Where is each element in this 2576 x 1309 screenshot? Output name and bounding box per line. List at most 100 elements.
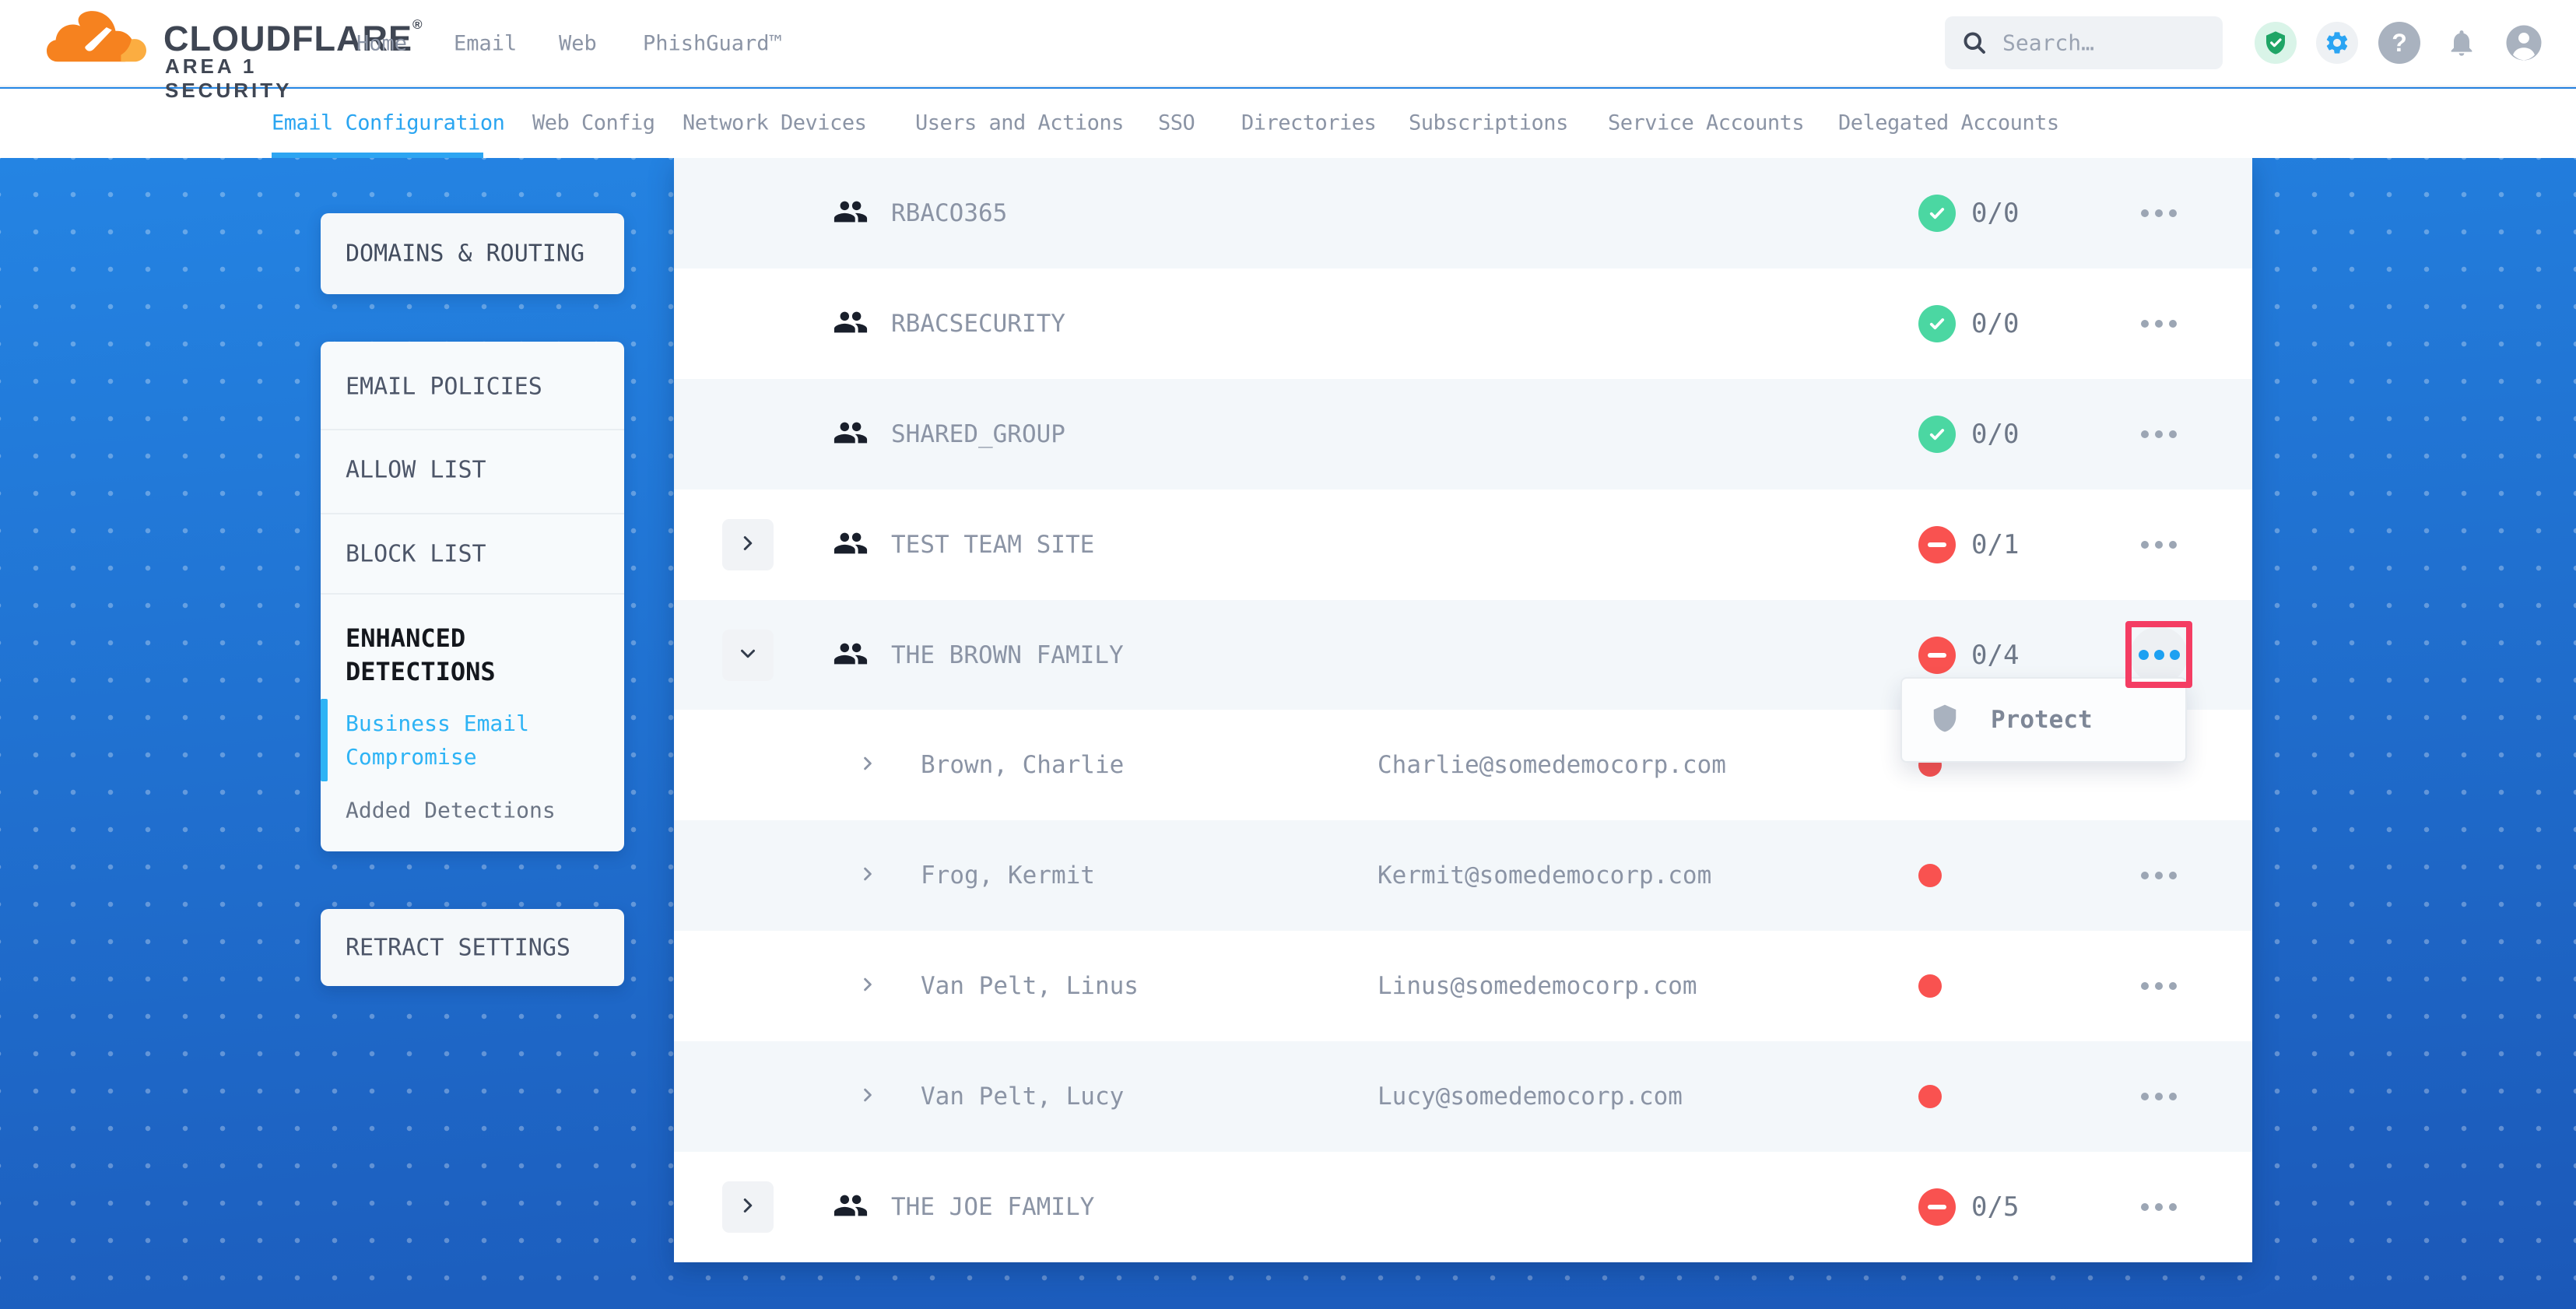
group-icon bbox=[833, 1188, 869, 1227]
group-name: RBACSECURITY bbox=[891, 310, 1065, 338]
tab-service-accounts[interactable]: Service Accounts bbox=[1608, 111, 1804, 135]
row-menu-button[interactable] bbox=[2127, 521, 2191, 568]
member-email: Linus@somedemocorp.com bbox=[1377, 972, 1697, 1000]
user-avatar-button[interactable] bbox=[2503, 22, 2545, 64]
status-badge-ok bbox=[1918, 195, 1956, 232]
divider bbox=[321, 429, 624, 430]
group-icon bbox=[833, 194, 869, 233]
tab-users-and-actions[interactable]: Users and Actions bbox=[915, 111, 1124, 135]
row-menu-button[interactable] bbox=[2127, 1184, 2191, 1230]
tab-subscriptions[interactable]: Subscriptions bbox=[1409, 111, 1568, 135]
member-name: Brown, Charlie bbox=[921, 751, 1124, 779]
row-menu-button-active[interactable] bbox=[2130, 626, 2188, 684]
sidebar-item-business-email-compromise[interactable]: Business Email Compromise bbox=[346, 707, 599, 774]
expand-button[interactable] bbox=[722, 1181, 774, 1233]
row-menu-button[interactable] bbox=[2127, 852, 2191, 899]
sidebar-item-allow-list[interactable]: ALLOW LIST bbox=[346, 457, 486, 484]
group-icon bbox=[833, 304, 869, 343]
tab-web-config[interactable]: Web Config bbox=[532, 111, 655, 135]
sidebar-item-enhanced-detections[interactable]: ENHANCED DETECTIONS bbox=[346, 622, 599, 689]
menu-item-protect[interactable]: Protect bbox=[1991, 706, 2093, 734]
protection-status-button[interactable] bbox=[2255, 22, 2297, 64]
tab-email-configuration[interactable]: Email Configuration bbox=[272, 111, 504, 135]
protection-count: 0/0 bbox=[1971, 308, 2019, 339]
tab-directories[interactable]: Directories bbox=[1241, 111, 1376, 135]
row-menu-button[interactable] bbox=[2127, 300, 2191, 347]
help-button[interactable]: ? bbox=[2378, 22, 2420, 64]
protection-count: 0/0 bbox=[1971, 419, 2019, 450]
settings-gear-button[interactable] bbox=[2316, 22, 2358, 64]
table-row: RBACSECURITY 0/0 bbox=[674, 268, 2252, 379]
table-row: RBACO365 0/0 bbox=[674, 158, 2252, 268]
sidebar-label: RETRACT SETTINGS bbox=[346, 935, 570, 962]
nav-home[interactable]: Home bbox=[356, 32, 407, 56]
group-icon bbox=[833, 636, 869, 675]
row-menu-button[interactable] bbox=[2127, 1073, 2191, 1120]
table-row: Frog, Kermit Kermit@somedemocorp.com bbox=[674, 820, 2252, 931]
logo-trademark: ® bbox=[412, 17, 423, 32]
sidebar-item-retract-settings[interactable]: RETRACT SETTINGS bbox=[321, 909, 624, 986]
minus-icon bbox=[1928, 653, 1946, 658]
sidebar-item-domains-routing[interactable]: DOMAINS & ROUTING bbox=[321, 213, 624, 294]
protection-count: 0/1 bbox=[1971, 529, 2019, 560]
member-name: Van Pelt, Lucy bbox=[921, 1083, 1124, 1111]
search-placeholder: Search… bbox=[2002, 30, 2094, 56]
sidebar-label: DOMAINS & ROUTING bbox=[346, 240, 584, 268]
active-item-indicator bbox=[321, 699, 328, 781]
shield-icon bbox=[1930, 702, 1960, 738]
top-bar: CLOUDFLARE® AREA 1 SECURITY Home Email W… bbox=[0, 0, 2576, 87]
status-badge-ok bbox=[1918, 305, 1956, 342]
protection-count: 0/4 bbox=[1971, 640, 2019, 671]
chevron-right-icon bbox=[859, 1086, 876, 1107]
collapse-button[interactable] bbox=[722, 630, 774, 681]
minus-icon bbox=[1928, 1205, 1946, 1209]
row-menu-button[interactable] bbox=[2127, 411, 2191, 458]
status-badge-blocked bbox=[1918, 637, 1956, 674]
table-row: SHARED_GROUP 0/0 bbox=[674, 379, 2252, 490]
minus-icon bbox=[1928, 542, 1946, 547]
nav-phishguard[interactable]: PhishGuard™ bbox=[643, 32, 782, 56]
logo-subtitle: AREA 1 SECURITY bbox=[165, 54, 374, 103]
member-email: Lucy@somedemocorp.com bbox=[1377, 1083, 1683, 1111]
status-dot-red bbox=[1918, 864, 1942, 887]
sidebar-item-block-list[interactable]: BLOCK LIST bbox=[346, 541, 486, 568]
chevron-down-icon bbox=[739, 644, 757, 665]
chevron-right-icon bbox=[859, 755, 876, 775]
cloudflare-cloud-icon bbox=[47, 8, 146, 72]
nav-email[interactable]: Email bbox=[454, 32, 517, 56]
divider bbox=[321, 593, 624, 595]
chevron-right-icon bbox=[739, 1196, 757, 1217]
tab-delegated-accounts[interactable]: Delegated Accounts bbox=[1838, 111, 2059, 135]
cloudflare-logo: CLOUDFLARE® AREA 1 SECURITY bbox=[47, 6, 374, 81]
group-name: THE BROWN FAMILY bbox=[891, 641, 1124, 669]
status-dot-red bbox=[1918, 1085, 1942, 1108]
sidebar-item-added-detections[interactable]: Added Detections bbox=[346, 798, 556, 823]
divider bbox=[321, 513, 624, 514]
member-name: Frog, Kermit bbox=[921, 862, 1095, 890]
row-menu-button[interactable] bbox=[2127, 190, 2191, 237]
status-badge-ok bbox=[1918, 416, 1956, 453]
tab-sso[interactable]: SSO bbox=[1158, 111, 1195, 135]
group-icon bbox=[833, 415, 869, 454]
status-badge-blocked bbox=[1918, 1188, 1956, 1226]
sidebar-item-email-policies[interactable]: EMAIL POLICIES bbox=[346, 374, 542, 401]
sidebar-policies-card: EMAIL POLICIES ALLOW LIST BLOCK LIST ENH… bbox=[321, 342, 624, 851]
table-row: TEST TEAM SITE 0/1 bbox=[674, 490, 2252, 600]
group-name: RBACO365 bbox=[891, 199, 1007, 227]
table-row: Van Pelt, Lucy Lucy@somedemocorp.com bbox=[674, 1041, 2252, 1152]
row-context-menu: Protect bbox=[1900, 677, 2187, 763]
notifications-bell-button[interactable] bbox=[2441, 22, 2483, 64]
member-email: Kermit@somedemocorp.com bbox=[1377, 862, 1711, 890]
chevron-right-icon bbox=[859, 865, 876, 886]
member-name: Van Pelt, Linus bbox=[921, 972, 1139, 1000]
section-tabs-bar: Email Configuration Web Config Network D… bbox=[0, 89, 2576, 158]
expand-button[interactable] bbox=[722, 519, 774, 570]
table-row: THE JOE FAMILY 0/5 bbox=[674, 1152, 2252, 1262]
tab-network-devices[interactable]: Network Devices bbox=[683, 111, 866, 135]
help-icon: ? bbox=[2392, 29, 2407, 58]
row-menu-button[interactable] bbox=[2127, 963, 2191, 1009]
nav-web[interactable]: Web bbox=[559, 32, 597, 56]
search-input[interactable]: Search… bbox=[1945, 16, 2223, 69]
chevron-right-icon bbox=[739, 534, 757, 555]
active-tab-underline bbox=[272, 153, 483, 158]
